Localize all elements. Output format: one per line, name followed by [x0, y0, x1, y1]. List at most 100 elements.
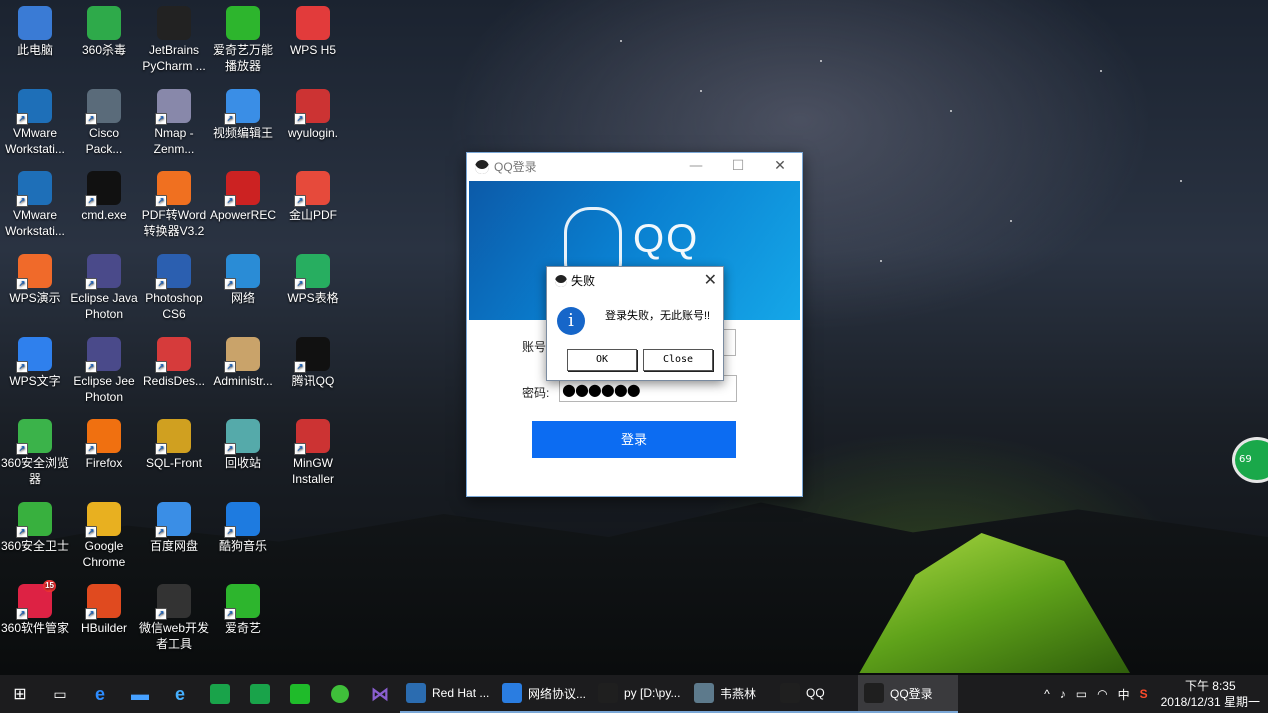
desktop-icon-label: Eclipse Java Photon — [70, 291, 138, 321]
edge-browser-icon[interactable]: e — [80, 675, 120, 713]
shortcut-arrow-icon: ↗ — [294, 195, 306, 207]
desktop-icon[interactable]: ↗ HBuilder — [69, 578, 139, 636]
desktop-icon[interactable]: ↗ Google Chrome — [69, 496, 139, 570]
desktop-icon[interactable]: ↗ 360安全卫士 — [0, 496, 70, 554]
wifi-icon[interactable]: ◠ — [1097, 687, 1107, 701]
error-dialog[interactable]: 失败 ✕ i 登录失败，无此账号!! OK Close — [546, 266, 724, 381]
shortcut-arrow-icon: ↗ — [224, 113, 236, 125]
app-icon: ↗ — [16, 502, 52, 538]
desktop-icon[interactable]: ↗ WPS文字 — [0, 331, 70, 389]
desktop-icon-label: 360杀毒 — [81, 43, 127, 57]
desktop-icon[interactable]: 爱奇艺万能播放器 — [208, 0, 278, 74]
browser-360-icon[interactable] — [320, 675, 360, 713]
dialog-close-icon[interactable]: ✕ — [704, 270, 717, 290]
desktop-icon-label: 360安全卫士 — [0, 539, 70, 553]
desktop-icon[interactable]: ↗ Photoshop CS6 — [139, 248, 209, 322]
close-button[interactable]: ✕ — [765, 156, 795, 176]
desktop-icon[interactable]: ↗ SQL-Front — [139, 413, 209, 471]
app-icon: ↗ — [16, 337, 52, 373]
desktop-icon[interactable]: ↗ RedisDes... — [139, 331, 209, 389]
desktop-icon[interactable]: ↗ 微信web开发者工具 — [139, 578, 209, 652]
desktop-icon[interactable]: ↗ 金山PDF — [278, 165, 348, 223]
desktop-icon[interactable]: ↗ 网络 — [208, 248, 278, 306]
desktop-icon[interactable]: ↗ cmd.exe — [69, 165, 139, 223]
qq-logo-text: QQ — [633, 217, 700, 261]
shortcut-arrow-icon: ↗ — [294, 443, 306, 455]
shortcut-arrow-icon: ↗ — [294, 361, 306, 373]
taskbar-task-button[interactable]: 韦燕林 — [688, 675, 774, 713]
desktop-icon[interactable]: ↗ 酷狗音乐 — [208, 496, 278, 554]
shortcut-arrow-icon: ↗ — [155, 195, 167, 207]
shortcut-arrow-icon: ↗ — [155, 278, 167, 290]
minimize-button[interactable]: — — [681, 156, 711, 176]
desktop-icon[interactable]: ↗ VMware Workstati... — [0, 83, 70, 157]
floating-badge[interactable]: 69 — [1232, 437, 1268, 483]
desktop-icon[interactable]: ↗ Firefox — [69, 413, 139, 471]
volume-icon[interactable]: ♪ — [1060, 687, 1066, 701]
iqiyi-icon[interactable] — [280, 675, 320, 713]
desktop-icon[interactable]: ↗ 百度网盘 — [139, 496, 209, 554]
ok-button[interactable]: OK — [567, 349, 637, 371]
taskbar-task-button[interactable]: QQ — [774, 675, 858, 713]
clock[interactable]: 下午 8:35 2018/12/31 星期一 — [1161, 678, 1260, 710]
desktop-icon-label: cmd.exe — [81, 208, 127, 222]
ie-browser-icon[interactable]: e — [160, 675, 200, 713]
start-windows-icon[interactable]: ⊞ — [0, 675, 40, 713]
system-tray: ^ ♪ ▭ ◠ 中 S 下午 8:35 2018/12/31 星期一 — [1039, 675, 1268, 713]
taskbar-task-button[interactable]: 网络协议... — [496, 675, 592, 713]
green-app2-icon[interactable] — [240, 675, 280, 713]
chevron-up-icon[interactable]: ^ — [1044, 687, 1050, 701]
task-view-icon[interactable]: ▭ — [40, 675, 80, 713]
visual-studio-icon[interactable]: ⋈ — [360, 675, 400, 713]
taskbar-task-button[interactable]: Red Hat ... — [400, 675, 496, 713]
desktop-icon[interactable]: ↗ Eclipse Java Photon — [69, 248, 139, 322]
taskbar-task-button[interactable]: QQ登录 — [858, 675, 958, 713]
desktop-icon-label: Photoshop CS6 — [145, 291, 203, 321]
shortcut-arrow-icon: ↗ — [16, 526, 28, 538]
desktop-icon[interactable]: ↗ 视频编辑王 — [208, 83, 278, 141]
desktop-icon[interactable]: 360杀毒 — [69, 0, 139, 58]
desktop-icon-label: Eclipse Jee Photon — [73, 374, 135, 404]
desktop-icon[interactable]: ↗ MinGW Installer — [278, 413, 348, 487]
desktop-icon[interactable]: ↗ VMware Workstati... — [0, 165, 70, 239]
desktop-icon[interactable]: ↗ 爱奇艺 — [208, 578, 278, 636]
desktop-icon[interactable]: ↗ wyulogin. — [278, 83, 348, 141]
desktop-icon[interactable]: ↗ Cisco Pack... — [69, 83, 139, 157]
desktop-icon[interactable]: ↗ Nmap - Zenm... — [139, 83, 209, 157]
battery-icon[interactable]: ▭ — [1076, 687, 1087, 701]
login-button[interactable]: 登录 — [532, 421, 736, 458]
desktop-icon[interactable]: ↗ 15 360软件管家 — [0, 578, 70, 636]
app-icon: ↗ — [85, 89, 121, 125]
desktop-icon[interactable]: ↗ WPS演示 — [0, 248, 70, 306]
app-icon — [18, 6, 52, 40]
app-icon: ↗ — [224, 337, 260, 373]
shortcut-arrow-icon: ↗ — [155, 361, 167, 373]
desktop-icon[interactable]: ↗ 回收站 — [208, 413, 278, 471]
computer-icon[interactable]: ▬ — [120, 675, 160, 713]
desktop-icon-label: VMware Workstati... — [5, 126, 65, 156]
shortcut-arrow-icon: ↗ — [224, 278, 236, 290]
maximize-button[interactable]: ☐ — [723, 156, 753, 176]
desktop-icon[interactable]: ↗ 腾讯QQ — [278, 331, 348, 389]
green-app-icon[interactable] — [200, 675, 240, 713]
ime-indicator[interactable]: 中 — [1118, 686, 1130, 703]
desktop-icon[interactable]: ↗ PDF转Word转换器V3.2 — [139, 165, 209, 239]
taskbar-task-button[interactable]: py [D:\py... — [592, 675, 688, 713]
desktop-icon[interactable]: ↗ Eclipse Jee Photon — [69, 331, 139, 405]
task-label: Red Hat ... — [432, 686, 490, 700]
shortcut-arrow-icon: ↗ — [16, 443, 28, 455]
dialog-titlebar[interactable]: 失败 — [547, 267, 723, 294]
shortcut-arrow-icon: ↗ — [16, 113, 28, 125]
dialog-close-button[interactable]: Close — [643, 349, 713, 371]
app-icon — [226, 6, 260, 40]
app-icon: ↗ — [16, 89, 52, 125]
desktop-icon[interactable]: ↗ 360安全浏览器 — [0, 413, 70, 487]
desktop-icon[interactable]: ↗ ApowerREC — [208, 165, 278, 223]
desktop-icon[interactable]: ↗ Administr... — [208, 331, 278, 389]
sogou-icon[interactable]: S — [1140, 687, 1148, 701]
desktop-icon[interactable]: JetBrains PyCharm ... — [139, 0, 209, 74]
desktop-icon[interactable]: 此电脑 — [0, 0, 70, 58]
desktop-icon[interactable]: ↗ WPS表格 — [278, 248, 348, 306]
desktop-icon[interactable]: WPS H5 — [278, 0, 348, 58]
dialog-title: 失败 — [571, 274, 596, 288]
